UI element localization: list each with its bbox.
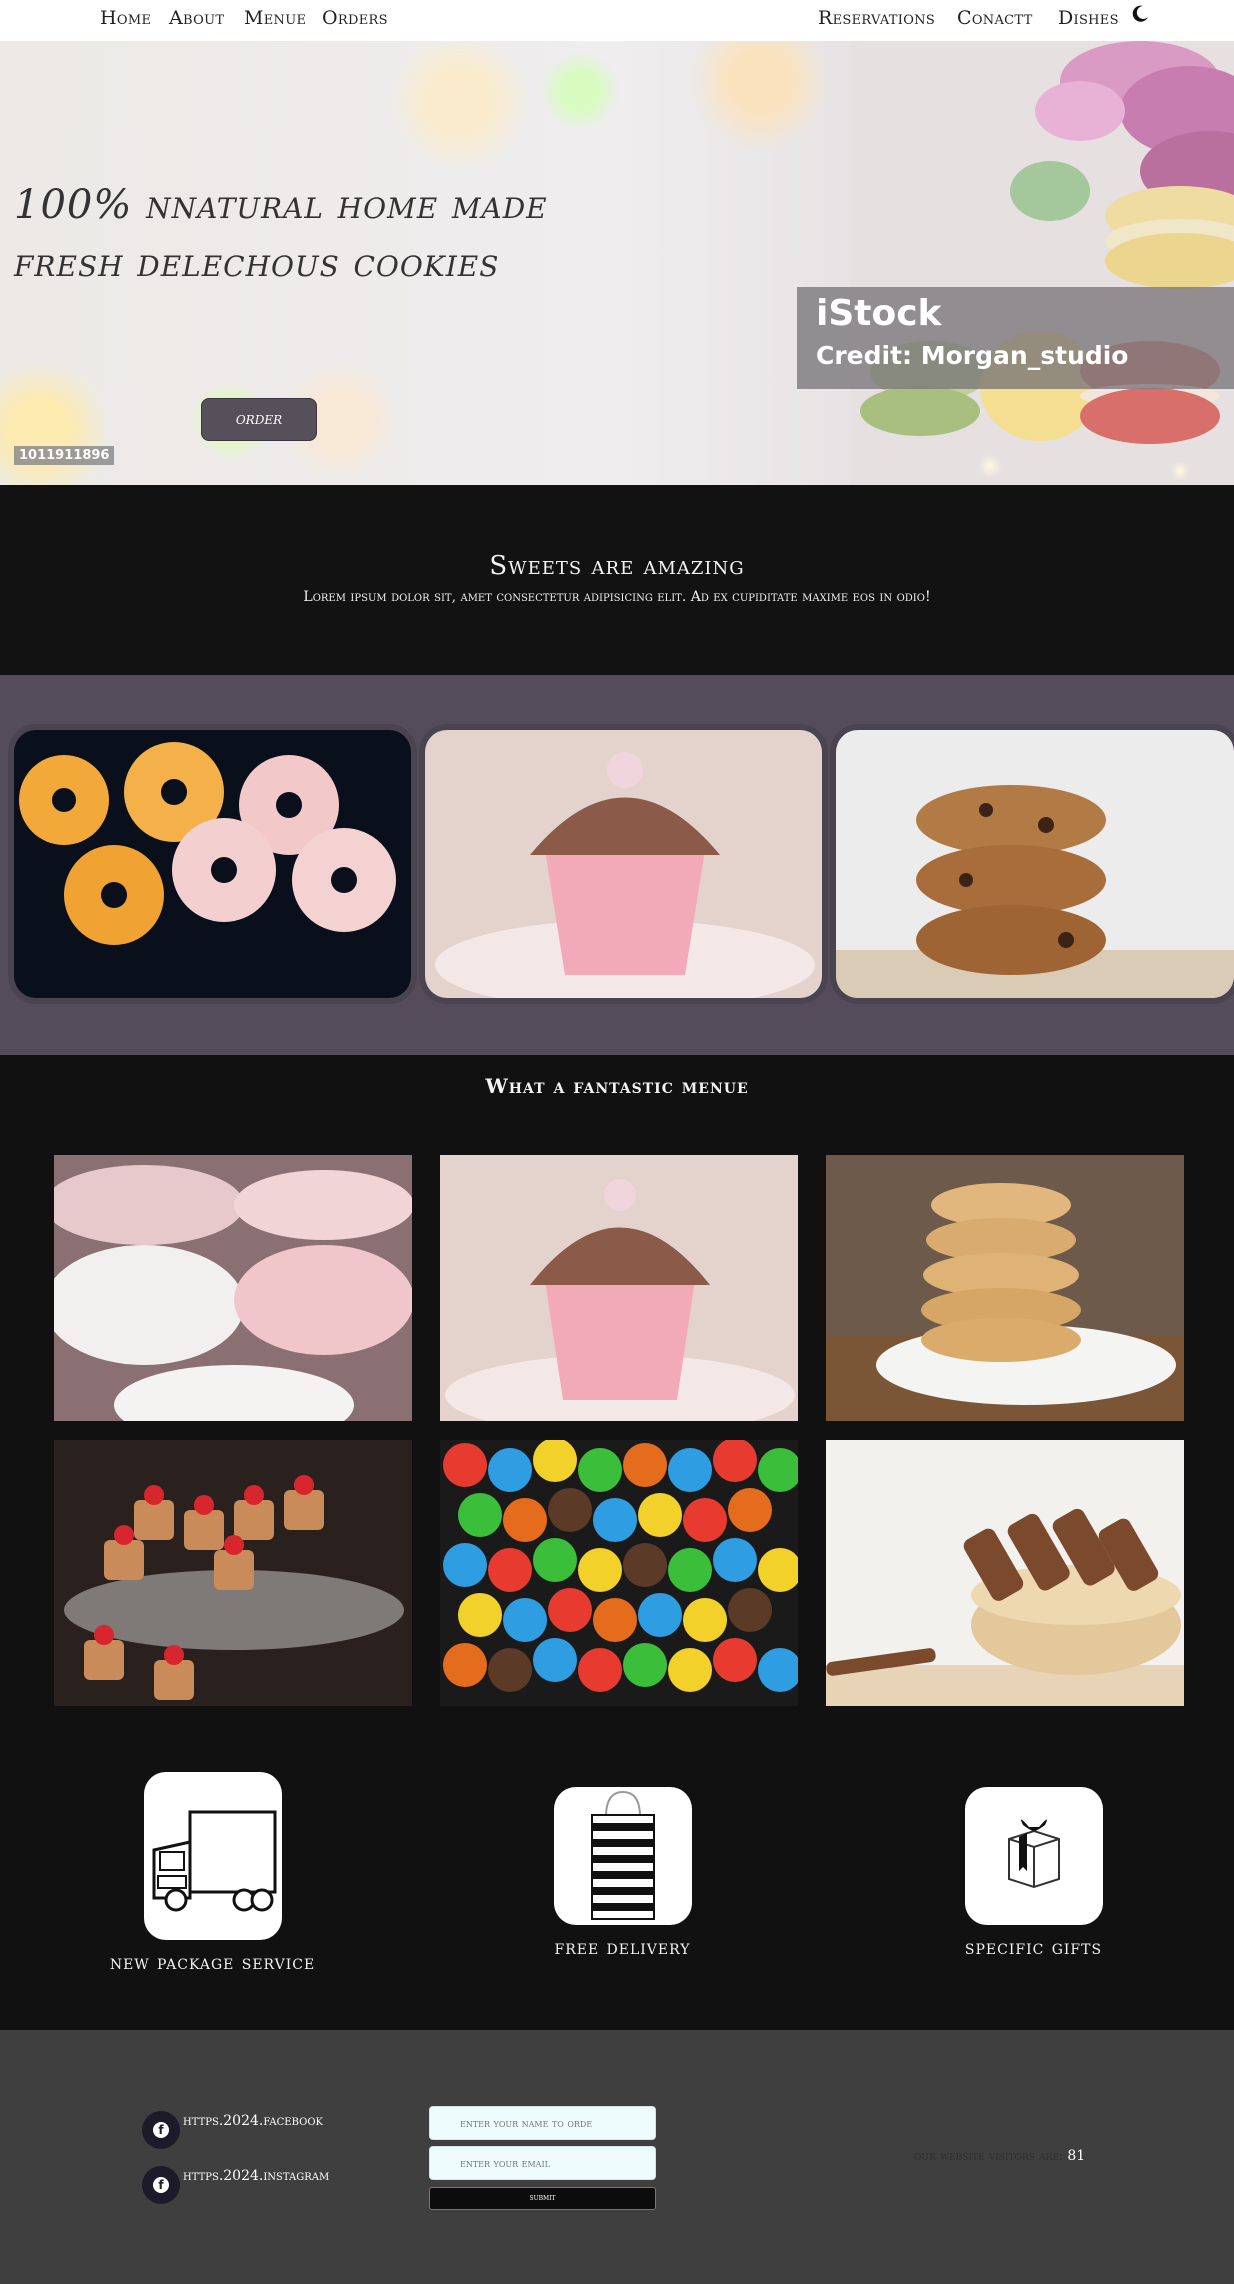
order-button[interactable]: order — [201, 398, 317, 441]
nav-reservations-link[interactable]: Reservations — [818, 7, 935, 29]
istock-logo: iStock — [816, 293, 942, 334]
nav-home-link[interactable]: Home — [100, 7, 151, 29]
facebook-icon[interactable]: f — [142, 2111, 180, 2149]
feature-package-service: new package service — [60, 1772, 365, 1974]
nav-dishes-link[interactable]: Dishes — [1058, 7, 1119, 29]
menu-peanut-cookies-image[interactable] — [826, 1155, 1184, 1421]
visitors-label: our website visitors are: — [914, 2149, 1064, 2164]
submit-button[interactable]: submit — [429, 2187, 656, 2210]
menu-cupcake-image[interactable] — [440, 1155, 798, 1421]
truck-icon — [143, 1772, 282, 1940]
gift-box-icon — [964, 1787, 1103, 1925]
visitors-count: 81 — [1067, 2148, 1086, 2164]
nav-menue-link[interactable]: Menue — [244, 7, 306, 29]
moon-icon[interactable] — [1130, 4, 1150, 24]
carousel-donuts-image[interactable] — [14, 730, 411, 998]
carousel-cookies-image[interactable] — [836, 730, 1234, 998]
menu-marshmallows-image[interactable] — [54, 1155, 412, 1421]
feature-label: new package service — [109, 1950, 316, 1974]
facebook-link[interactable]: https.2024.facebook — [183, 2113, 323, 2129]
image-id-badge: 1011911896 — [14, 446, 115, 465]
facebook-icon[interactable]: f — [142, 2166, 180, 2204]
feature-label: specific gifts — [964, 1935, 1103, 1959]
feature-free-delivery: free delivery — [470, 1787, 775, 1959]
feature-label: free delivery — [554, 1935, 691, 1959]
menu-candies-image[interactable] — [440, 1440, 798, 1706]
menu-strawberry-cupcakes-image[interactable] — [54, 1440, 412, 1706]
istock-watermark: iStock Credit: Morgan_studio — [797, 287, 1234, 389]
sweets-heading: Sweets are amazing — [489, 551, 745, 581]
nav-about-link[interactable]: About — [169, 7, 224, 29]
sweets-description: Lorem ipsum dolor sit, amet consectetur … — [303, 589, 931, 605]
istock-credit: Credit: Morgan_studio — [816, 341, 1129, 370]
menu-title: What a fantastic menue — [485, 1074, 749, 1098]
shopping-bag-icon — [553, 1787, 692, 1925]
name-input[interactable] — [429, 2106, 656, 2140]
hero-title: 100% nnatural home made fresh delechous … — [14, 182, 548, 286]
email-input[interactable] — [429, 2146, 656, 2180]
menu-wafer-rolls-image[interactable] — [826, 1440, 1184, 1706]
instagram-link[interactable]: https.2024.instagram — [183, 2168, 329, 2184]
feature-specific-gifts: specific gifts — [881, 1787, 1186, 1959]
sweets-intro-section: Sweets are amazing Lorem ipsum dolor sit… — [0, 485, 1234, 675]
macarons-image — [850, 41, 1234, 485]
nav-orders-link[interactable]: Orders — [322, 7, 388, 29]
carousel-cupcake-image[interactable] — [425, 730, 822, 998]
top-navbar: Home About Menue Orders Reservations Con… — [0, 0, 1234, 41]
visitor-counter: our website visitors are: 81 — [914, 2148, 1085, 2164]
nav-contact-link[interactable]: Conactt — [957, 7, 1033, 29]
image-carousel — [0, 675, 1234, 1055]
hero-banner: 100% nnatural home made fresh delechous … — [0, 41, 1234, 485]
